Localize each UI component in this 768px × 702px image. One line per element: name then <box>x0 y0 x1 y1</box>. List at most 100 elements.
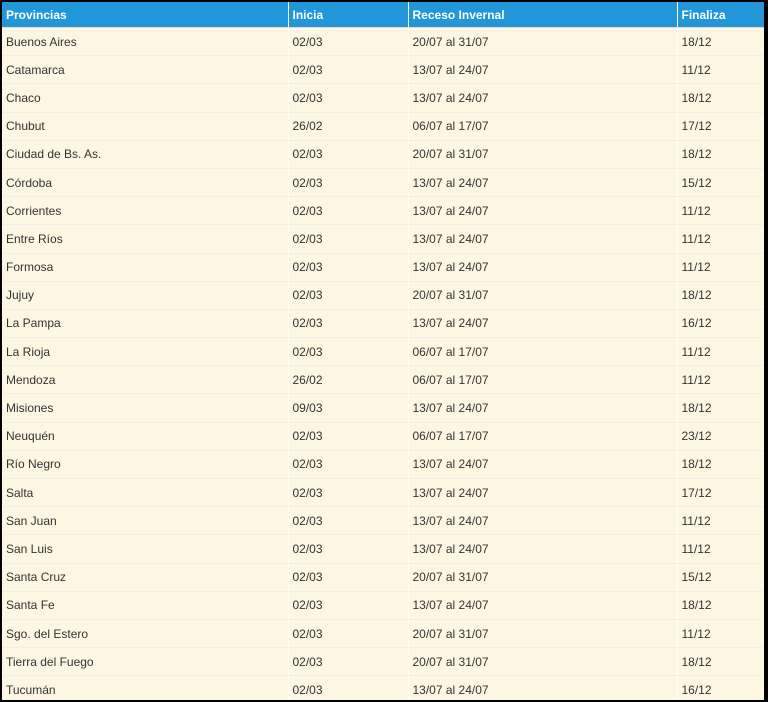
table-row: Córdoba 02/03 13/07 al 24/07 15/12 <box>2 168 764 198</box>
table-header: Provincias Inicia Receso Invernal Finali… <box>2 2 764 28</box>
header-finaliza: Finaliza <box>677 2 764 28</box>
table-row: Jujuy 02/03 20/07 al 31/07 18/12 <box>2 281 764 310</box>
cell-inicia: 02/03 <box>288 168 409 198</box>
table-row: La Rioja 02/03 06/07 al 17/07 11/12 <box>2 337 764 367</box>
cell-finaliza: 16/12 <box>677 675 764 700</box>
table-row: Neuquén 02/03 06/07 al 17/07 23/12 <box>2 422 764 451</box>
cell-finaliza: 11/12 <box>677 506 764 536</box>
cell-receso-invernal: 20/07 al 31/07 <box>408 647 678 677</box>
header-inicia: Inicia <box>288 2 409 28</box>
cell-provincia: La Pampa <box>2 309 289 339</box>
cell-provincia: Santa Cruz <box>2 563 289 592</box>
cell-receso-invernal: 20/07 al 31/07 <box>408 140 678 169</box>
cell-receso-invernal: 13/07 al 24/07 <box>408 83 678 113</box>
cell-provincia: La Rioja <box>2 337 289 367</box>
cell-finaliza: 17/12 <box>677 478 764 508</box>
table-row: Mendoza 26/02 06/07 al 17/07 11/12 <box>2 365 764 395</box>
cell-receso-invernal: 20/07 al 31/07 <box>408 563 678 592</box>
header-provincias: Provincias <box>2 2 289 28</box>
table-row: Buenos Aires 02/03 20/07 al 31/07 18/12 <box>2 27 764 57</box>
cell-finaliza: 11/12 <box>677 365 764 395</box>
cell-finaliza: 18/12 <box>677 281 764 310</box>
cell-provincia: Córdoba <box>2 168 289 198</box>
cell-receso-invernal: 13/07 al 24/07 <box>408 253 678 282</box>
cell-inicia: 02/03 <box>288 563 409 592</box>
cell-provincia: Neuquén <box>2 422 289 451</box>
school-calendar-table: Provincias Inicia Receso Invernal Finali… <box>2 2 764 700</box>
cell-provincia: Santa Fe <box>2 591 289 620</box>
cell-provincia: Salta <box>2 478 289 508</box>
cell-provincia: Formosa <box>2 253 289 282</box>
cell-provincia: Jujuy <box>2 281 289 310</box>
cell-receso-invernal: 13/07 al 24/07 <box>408 675 678 700</box>
cell-inicia: 02/03 <box>288 647 409 677</box>
cell-finaliza: 17/12 <box>677 112 764 141</box>
table-row: Santa Cruz 02/03 20/07 al 31/07 15/12 <box>2 563 764 592</box>
cell-finaliza: 16/12 <box>677 309 764 339</box>
cell-provincia: Mendoza <box>2 365 289 395</box>
table-row: Salta 02/03 13/07 al 24/07 17/12 <box>2 478 764 508</box>
table-row: Santa Fe 02/03 13/07 al 24/07 18/12 <box>2 591 764 620</box>
table-row: Río Negro 02/03 13/07 al 24/07 18/12 <box>2 450 764 480</box>
cell-provincia: Sgo. del Estero <box>2 619 289 649</box>
cell-receso-invernal: 06/07 al 17/07 <box>408 365 678 395</box>
cell-provincia: Buenos Aires <box>2 27 289 57</box>
cell-provincia: Chaco <box>2 83 289 113</box>
cell-inicia: 02/03 <box>288 83 409 113</box>
cell-inicia: 02/03 <box>288 55 409 85</box>
table-row: Tucumán 02/03 13/07 al 24/07 16/12 <box>2 675 764 700</box>
cell-provincia: Río Negro <box>2 450 289 480</box>
cell-provincia: Catamarca <box>2 55 289 85</box>
table-body: Buenos Aires 02/03 20/07 al 31/07 18/12 Cata… <box>2 27 764 700</box>
cell-inicia: 02/03 <box>288 534 409 564</box>
cell-inicia: 02/03 <box>288 450 409 480</box>
cell-receso-invernal: 06/07 al 17/07 <box>408 112 678 141</box>
cell-inicia: 02/03 <box>288 27 409 57</box>
header-row: Provincias Inicia Receso Invernal Finali… <box>2 2 764 28</box>
cell-provincia: San Luis <box>2 534 289 564</box>
cell-provincia: Misiones <box>2 393 289 423</box>
cell-receso-invernal: 13/07 al 24/07 <box>408 393 678 423</box>
cell-receso-invernal: 06/07 al 17/07 <box>408 337 678 367</box>
cell-receso-invernal: 13/07 al 24/07 <box>408 309 678 339</box>
table-row: Misiones 09/03 13/07 al 24/07 18/12 <box>2 393 764 423</box>
table-row: Tierra del Fuego 02/03 20/07 al 31/07 18/12 <box>2 647 764 677</box>
cell-finaliza: 18/12 <box>677 450 764 480</box>
cell-receso-invernal: 13/07 al 24/07 <box>408 196 678 226</box>
table-row: Sgo. del Estero 02/03 20/07 al 31/07 11/12 <box>2 619 764 649</box>
cell-finaliza: 18/12 <box>677 27 764 57</box>
cell-inicia: 02/03 <box>288 506 409 536</box>
table-row: San Luis 02/03 13/07 al 24/07 11/12 <box>2 534 764 564</box>
table-row: Ciudad de Bs. As. 02/03 20/07 al 31/07 18/1… <box>2 140 764 169</box>
cell-inicia: 02/03 <box>288 196 409 226</box>
cell-inicia: 02/03 <box>288 422 409 451</box>
cell-provincia: Entre Ríos <box>2 224 289 254</box>
cell-finaliza: 15/12 <box>677 563 764 592</box>
table-row: Chubut 26/02 06/07 al 17/07 17/12 <box>2 112 764 141</box>
school-calendar-table-frame: Provincias Inicia Receso Invernal Finali… <box>2 2 764 700</box>
cell-provincia: Tucumán <box>2 675 289 700</box>
cell-receso-invernal: 13/07 al 24/07 <box>408 450 678 480</box>
table-row: La Pampa 02/03 13/07 al 24/07 16/12 <box>2 309 764 339</box>
cell-inicia: 09/03 <box>288 393 409 423</box>
cell-finaliza: 11/12 <box>677 224 764 254</box>
cell-receso-invernal: 20/07 al 31/07 <box>408 281 678 310</box>
cell-provincia: Ciudad de Bs. As. <box>2 140 289 169</box>
table-row: Formosa 02/03 13/07 al 24/07 11/12 <box>2 253 764 282</box>
cell-inicia: 02/03 <box>288 337 409 367</box>
table-row: San Juan 02/03 13/07 al 24/07 11/12 <box>2 506 764 536</box>
cell-finaliza: 11/12 <box>677 619 764 649</box>
cell-inicia: 02/03 <box>288 675 409 700</box>
cell-receso-invernal: 13/07 al 24/07 <box>408 478 678 508</box>
cell-finaliza: 11/12 <box>677 253 764 282</box>
table-row: Chaco 02/03 13/07 al 24/07 18/12 <box>2 83 764 113</box>
cell-inicia: 02/03 <box>288 253 409 282</box>
header-receso-invernal: Receso Invernal <box>408 2 678 28</box>
cell-finaliza: 18/12 <box>677 83 764 113</box>
cell-inicia: 02/03 <box>288 478 409 508</box>
cell-receso-invernal: 06/07 al 17/07 <box>408 422 678 451</box>
cell-provincia: Corrientes <box>2 196 289 226</box>
table-row: Corrientes 02/03 13/07 al 24/07 11/12 <box>2 196 764 226</box>
cell-receso-invernal: 13/07 al 24/07 <box>408 55 678 85</box>
cell-receso-invernal: 20/07 al 31/07 <box>408 619 678 649</box>
